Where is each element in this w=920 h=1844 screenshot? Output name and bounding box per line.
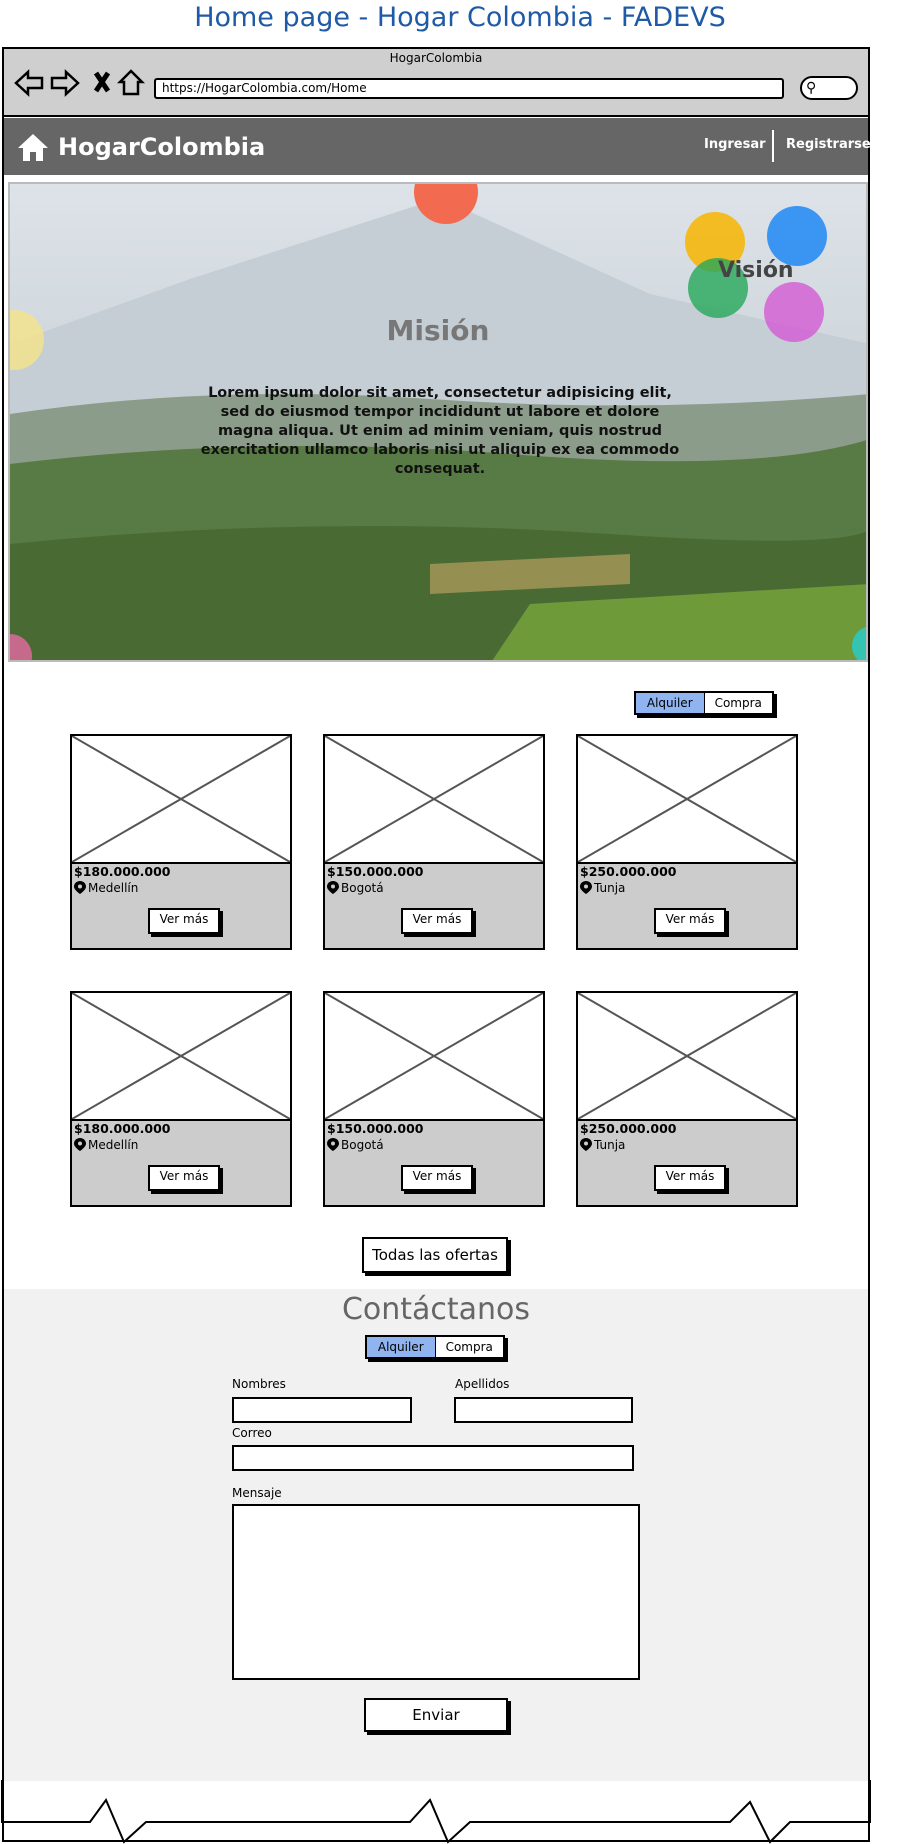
listing-location: Bogotá [327,881,384,895]
see-more-button[interactable]: Ver más [654,1165,726,1191]
contact-type-toggle: Alquiler Compra [365,1335,505,1359]
all-offers-button[interactable]: Todas las ofertas [362,1237,508,1273]
header-divider [772,130,774,162]
listing-card[interactable]: $150.000.000 Bogotá Ver más [323,991,545,1207]
toggle-buy[interactable]: Compra [705,693,773,713]
toggle-rent[interactable]: Alquiler [367,1337,436,1357]
login-link[interactable]: Ingresar [704,137,766,152]
home-icon[interactable] [116,69,146,96]
image-placeholder-icon [577,735,797,864]
see-more-button[interactable]: Ver más [148,1165,220,1191]
see-more-button[interactable]: Ver más [654,908,726,934]
listing-price: $250.000.000 [580,864,677,879]
listing-city: Medellín [88,881,139,895]
listing-card[interactable]: $180.000.000 Medellín Ver más [70,734,292,950]
listing-city: Tunja [594,1138,626,1152]
mission-text: Lorem ipsum dolor sit amet, consectetur … [200,385,680,477]
forward-arrow-icon[interactable] [50,69,80,97]
listing-price: $150.000.000 [327,864,424,879]
see-more-button[interactable]: Ver más [401,908,473,934]
map-pin-icon [327,881,339,894]
listing-card[interactable]: $150.000.000 Bogotá Ver más [323,734,545,950]
send-button[interactable]: Enviar [364,1698,508,1732]
mission-title: Misión [386,314,490,347]
image-placeholder-icon [324,992,544,1121]
email-field[interactable] [232,1445,634,1471]
listing-card[interactable]: $250.000.000 Tunja Ver más [576,734,798,950]
browser-nav-icons [14,69,146,97]
browser-search-button[interactable]: ⚲ [800,76,858,100]
map-pin-icon [580,881,592,894]
map-pin-icon [74,1138,86,1151]
decor-circle [767,206,827,266]
listing-card[interactable]: $180.000.000 Medellín Ver más [70,991,292,1207]
listing-price: $250.000.000 [580,1121,677,1136]
brand-logo[interactable]: HogarColombia [58,133,265,161]
see-more-button[interactable]: Ver más [401,1165,473,1191]
email-label: Correo [232,1426,272,1440]
map-pin-icon [580,1138,592,1151]
listing-location: Tunja [580,1138,625,1152]
window-title: HogarColombia [389,51,483,65]
image-placeholder-icon [577,992,797,1121]
first-name-label: Nombres [232,1377,286,1391]
listing-type-toggle: Alquiler Compra [634,691,774,715]
url-bar[interactable]: https://HogarColombia.com/Home [154,78,784,99]
listing-city: Bogotá [341,1138,384,1152]
image-placeholder-icon [71,992,291,1121]
back-arrow-icon[interactable] [14,69,44,97]
document-title: Home page - Hogar Colombia - FADEVS [194,2,726,33]
vision-title: Visión [718,258,794,283]
search-icon: ⚲ [806,80,817,96]
listing-price: $150.000.000 [327,1121,424,1136]
close-icon[interactable] [93,71,111,93]
listing-location: Medellín [74,1138,138,1152]
listing-location: Tunja [580,881,625,895]
listing-location: Bogotá [327,1138,384,1152]
listing-card[interactable]: $250.000.000 Tunja Ver más [576,991,798,1207]
map-pin-icon [327,1138,339,1151]
toggle-buy[interactable]: Compra [436,1337,504,1357]
last-name-label: Apellidos [455,1377,510,1391]
first-name-field[interactable] [232,1397,412,1423]
listing-city: Bogotá [341,881,384,895]
listing-city: Medellín [88,1138,139,1152]
see-more-button[interactable]: Ver más [148,908,220,934]
toggle-rent[interactable]: Alquiler [636,693,705,713]
home-icon[interactable] [16,130,50,164]
register-link[interactable]: Registrarse [786,137,871,152]
page-cut-edge [1,1780,871,1844]
listing-city: Tunja [594,881,626,895]
last-name-field[interactable] [454,1397,633,1423]
image-placeholder-icon [324,735,544,864]
listing-location: Medellín [74,881,138,895]
map-pin-icon [74,881,86,894]
image-placeholder-icon [71,735,291,864]
message-textarea[interactable] [232,1504,640,1680]
listing-price: $180.000.000 [74,1121,171,1136]
message-label: Mensaje [232,1486,282,1500]
contact-title: Contáctanos [341,1292,531,1327]
listing-price: $180.000.000 [74,864,171,879]
